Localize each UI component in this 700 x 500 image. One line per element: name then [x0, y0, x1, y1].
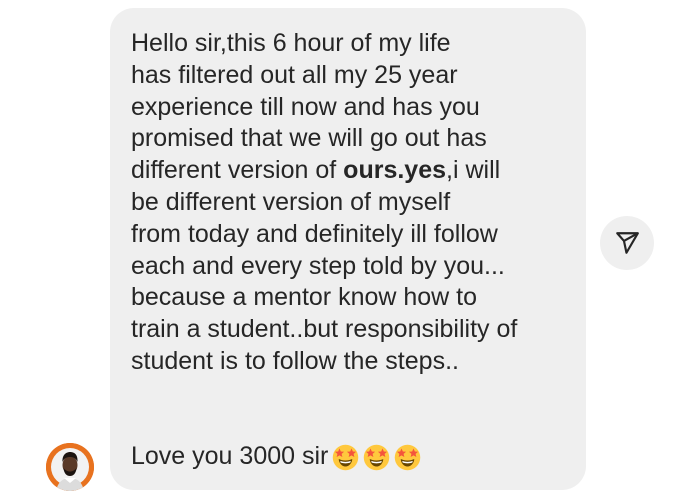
avatar-image [46, 443, 94, 491]
star-struck-emoji-icon [363, 444, 390, 471]
message-line: each and every step told by you... [131, 251, 505, 280]
star-struck-emoji-icon [332, 444, 359, 471]
message-line-suffix: ,i will [446, 156, 501, 185]
share-button[interactable] [600, 216, 654, 270]
message-line: has filtered out all my 25 year [131, 60, 458, 89]
user-avatar[interactable] [46, 443, 94, 491]
message-closing-line: Love you 3000 sir [131, 441, 568, 473]
message-line-mixed: different version of ours.yes,i will [131, 155, 568, 187]
send-icon [614, 230, 640, 256]
message-line: experience till now and has you [131, 92, 480, 121]
message-line: student is to follow the steps.. [131, 346, 459, 375]
message-bold-text: ours.yes [343, 156, 447, 185]
message-line: promised that we will go out has [131, 124, 487, 153]
message-bubble[interactable]: Hello sir,this 6 hour of my life has fil… [110, 8, 586, 490]
message-line: Hello sir,this 6 hour of my life [131, 29, 451, 57]
message-line: from today and definitely ill follow [131, 219, 498, 248]
message-line: because a mentor know how to [131, 283, 478, 312]
message-blank-space [131, 378, 568, 442]
message-line-prefix: different version of [131, 156, 344, 185]
message-closing-text: Love you 3000 sir [131, 442, 329, 471]
message-line: train a student..but responsibility of [131, 315, 518, 344]
star-struck-emoji-icon [394, 444, 421, 471]
message-line: be different version of myself [131, 187, 451, 216]
